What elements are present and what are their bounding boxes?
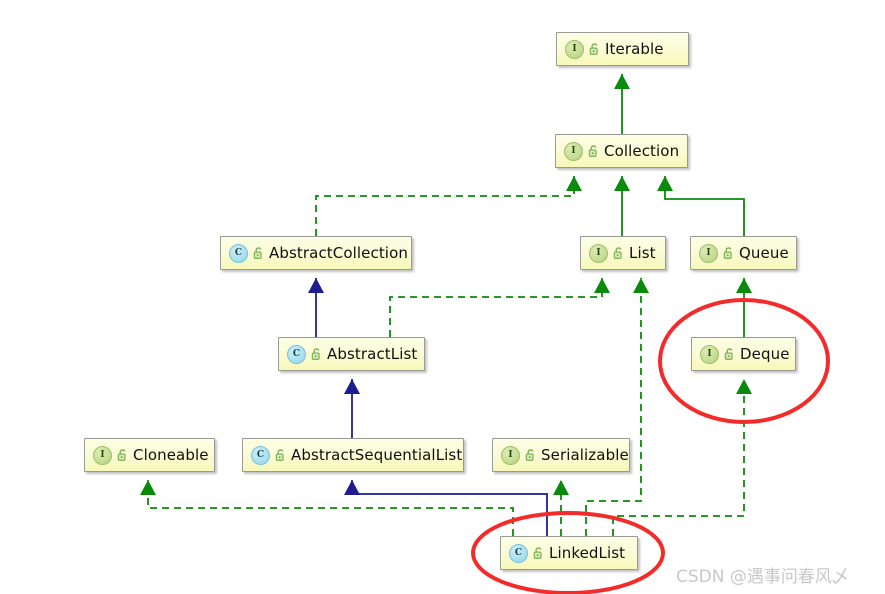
node-iterable[interactable]: I Iterable [556, 32, 689, 66]
class-icon: C [509, 543, 528, 563]
node-label: Queue [739, 244, 789, 262]
arrowhead [344, 480, 360, 495]
node-deque[interactable]: I Deque [691, 337, 796, 371]
edge-queue-collection [657, 176, 745, 236]
node-label: LinkedList [549, 544, 626, 562]
node-label: AbstractSequentialList [291, 446, 463, 464]
arrowhead [566, 176, 582, 191]
arrowhead [553, 480, 569, 495]
unlocked-padlock-icon [116, 448, 130, 462]
edge-linkedlist-abstractsequentiallist [344, 480, 548, 536]
edge-linkedlist-list [585, 278, 649, 536]
class-icon: C [229, 243, 248, 263]
edge-list-collection [614, 176, 630, 236]
node-label: List [629, 244, 656, 262]
watermark-text: CSDN @遇事问春风乄 [676, 567, 849, 587]
node-list[interactable]: I List [580, 236, 666, 270]
interface-icon: I [565, 39, 584, 59]
unlocked-padlock-icon [310, 347, 324, 361]
edge-collection-iterable [614, 74, 630, 134]
diagram-canvas: I Iterable I Collection C AbstractCollection I… [0, 0, 885, 594]
node-label: AbstractCollection [269, 244, 408, 262]
edge-abstractsequentiallist-abstractlist [344, 379, 360, 438]
node-label: Deque [740, 345, 790, 363]
interface-icon: I [93, 445, 112, 465]
interface-icon: I [699, 243, 718, 263]
node-label: AbstractList [327, 345, 418, 363]
arrowhead [594, 278, 610, 293]
edge-abstractlist-abstractcollection [308, 278, 324, 337]
interface-icon: I [700, 344, 719, 364]
arrowhead [614, 176, 630, 191]
unlocked-padlock-icon [612, 246, 626, 260]
class-icon: C [287, 344, 306, 364]
interface-icon: I [501, 445, 520, 465]
node-abstractlist[interactable]: C AbstractList [278, 337, 425, 371]
edge-abstractlist-list [389, 278, 610, 337]
unlocked-padlock-icon [274, 448, 288, 462]
edge-linkedlist-cloneable [140, 480, 514, 536]
unlocked-padlock-icon [588, 42, 602, 56]
unlocked-padlock-icon [723, 347, 737, 361]
node-abstractsequentiallist[interactable]: C AbstractSequentialList [242, 438, 464, 472]
node-abstractcollection[interactable]: C AbstractCollection [220, 236, 412, 270]
node-cloneable[interactable]: I Cloneable [84, 438, 215, 472]
edge-linkedlist-deque [612, 379, 752, 536]
unlocked-padlock-icon [524, 448, 538, 462]
interface-icon: I [589, 243, 608, 263]
node-label: Cloneable [133, 446, 209, 464]
arrowhead [736, 278, 752, 293]
arrowhead [308, 278, 324, 293]
edge-abstractcollection-collection [315, 176, 582, 236]
node-label: Iterable [605, 40, 664, 58]
unlocked-padlock-icon [722, 246, 736, 260]
unlocked-padlock-icon [532, 546, 546, 560]
arrowhead [657, 176, 673, 191]
unlocked-padlock-icon [587, 144, 601, 158]
node-queue[interactable]: I Queue [690, 236, 797, 270]
arrowhead [140, 480, 156, 495]
node-label: Collection [604, 142, 680, 160]
unlocked-padlock-icon [252, 246, 266, 260]
edge-deque-queue [736, 278, 752, 337]
class-icon: C [251, 445, 270, 465]
arrowhead [344, 379, 360, 394]
node-collection[interactable]: I Collection [555, 134, 688, 168]
edge-linkedlist-serializable [553, 480, 569, 536]
node-serializable[interactable]: I Serializable [492, 438, 630, 472]
arrowhead [614, 74, 630, 89]
node-linkedlist[interactable]: C LinkedList [500, 536, 638, 570]
edge-layer [140, 74, 752, 536]
arrowhead [736, 379, 752, 394]
interface-icon: I [564, 141, 583, 161]
node-label: Serializable [541, 446, 629, 464]
arrowhead [633, 278, 649, 293]
